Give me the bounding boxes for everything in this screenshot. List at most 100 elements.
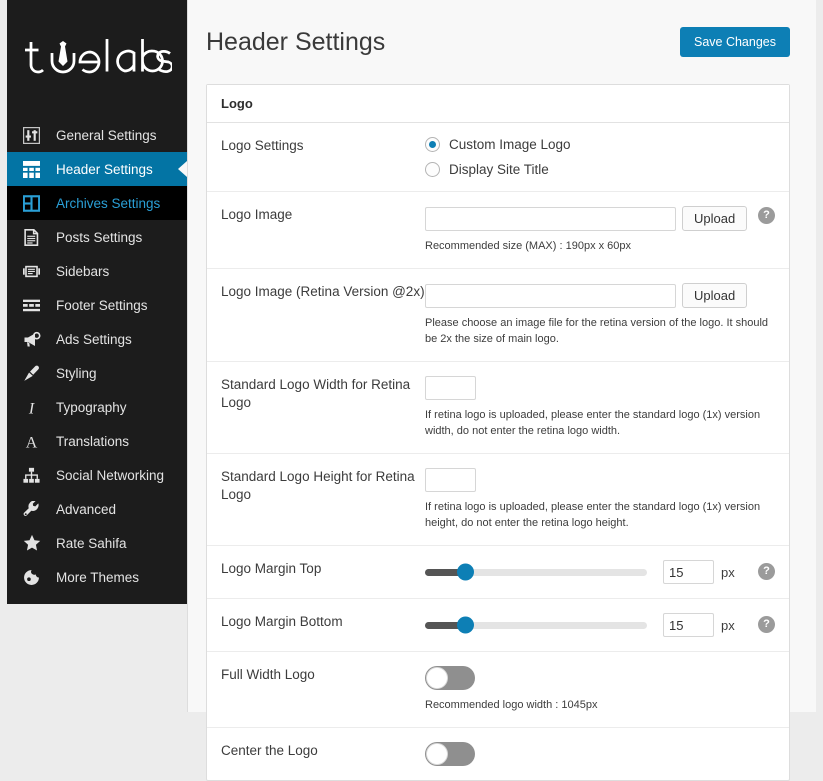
sidebar-item-posts-settings[interactable]: Posts Settings <box>7 220 187 254</box>
slider-handle[interactable] <box>456 616 474 634</box>
help-icon[interactable]: ? <box>758 563 775 580</box>
italic-text-icon: I <box>23 398 45 416</box>
field-control: Custom Image Logo Display Site Title <box>425 137 789 177</box>
wrench-icon <box>23 500 45 518</box>
field-description: If retina logo is uploaded, please enter… <box>425 501 761 529</box>
field-control: If retina logo is uploaded, please enter… <box>425 376 789 439</box>
sidebar-item-label: Translations <box>56 433 130 449</box>
logo-image-retina-upload-button[interactable]: Upload <box>682 283 748 308</box>
slider-wrap: px <box>425 560 775 584</box>
field-label: Logo Settings <box>221 138 304 153</box>
unit-label: px <box>721 564 735 580</box>
logo-image-retina-input[interactable] <box>425 283 676 308</box>
field-description: Recommended logo width : 1045px <box>425 699 598 711</box>
sidebar-item-label: Header Settings <box>56 161 153 177</box>
sidebar-item-label: More Themes <box>56 569 140 585</box>
sidebar-item-typography[interactable]: I Typography <box>7 390 187 424</box>
sidebar-item-ads-settings[interactable]: Ads Settings <box>7 322 187 356</box>
toggle-knob <box>426 667 448 689</box>
sidebar-item-archives-settings[interactable]: Archives Settings <box>7 186 187 220</box>
field-control: px ? <box>425 560 789 584</box>
sliders-icon <box>23 126 45 144</box>
logo-margin-bottom-slider[interactable] <box>425 616 647 634</box>
logo-image-input[interactable] <box>425 206 676 231</box>
sitemap-icon <box>23 466 45 484</box>
sidebar-item-label: Social Networking <box>56 467 165 483</box>
radio-option-custom-image-logo[interactable]: Custom Image Logo <box>425 137 775 152</box>
full-width-logo-toggle[interactable] <box>425 666 475 690</box>
content-area: Header Settings Save Changes Logo Logo S… <box>187 0 816 781</box>
sidebar-item-label: Styling <box>56 365 97 381</box>
sidebar-item-translations[interactable]: A Translations <box>7 424 187 458</box>
sidebar-item-more-themes[interactable]: More Themes <box>7 560 187 594</box>
field-control: Upload Recommended size (MAX) : 190px x … <box>425 206 789 254</box>
sidebar-columns-icon <box>23 262 45 280</box>
center-the-logo-toggle[interactable] <box>425 742 475 766</box>
row-full-width-logo: Full Width Logo Recommended logo width :… <box>207 652 789 728</box>
save-changes-button[interactable]: Save Changes <box>679 26 790 58</box>
sidebar-item-advanced[interactable]: Advanced <box>7 492 187 526</box>
app-root: General Settings Header Settings Archive… <box>0 0 823 781</box>
field-label: Center the Logo <box>221 743 318 758</box>
row-retina-standard-height: Standard Logo Height for Retina Logo If … <box>207 454 789 546</box>
slider-wrap: px <box>425 613 775 637</box>
help-icon[interactable]: ? <box>758 616 775 633</box>
sidebar-item-label: General Settings <box>56 127 157 143</box>
sidebar-item-label: Typography <box>56 399 127 415</box>
svg-text:I: I <box>28 400 35 416</box>
megaphone-icon <box>23 330 45 348</box>
field-label: Standard Logo Height for Retina Logo <box>221 469 415 502</box>
sidebar-item-header-settings[interactable]: Header Settings <box>7 152 187 186</box>
field-description: Recommended size (MAX) : 190px x 60px <box>425 240 632 252</box>
logo-margin-bottom-input[interactable] <box>663 613 714 637</box>
logo-margin-top-slider[interactable] <box>425 563 647 581</box>
brand-logo-tielabs <box>7 0 187 118</box>
star-icon <box>23 534 45 552</box>
paint-brush-icon <box>23 364 45 382</box>
field-control: Upload Please choose an image file for t… <box>425 283 789 347</box>
field-control: Recommended logo width : 1045px <box>425 666 789 713</box>
retina-standard-height-input[interactable] <box>425 468 476 492</box>
letter-a-icon: A <box>23 432 45 450</box>
toggle-knob <box>426 743 448 765</box>
logo-margin-top-input[interactable] <box>663 560 714 584</box>
field-label: Logo Margin Top <box>221 561 322 576</box>
sidebar-item-general-settings[interactable]: General Settings <box>7 118 187 152</box>
sidebar-item-label: Rate Sahifa <box>56 535 127 551</box>
field-label: Logo Margin Bottom <box>221 614 343 629</box>
field-control: If retina logo is uploaded, please enter… <box>425 468 789 531</box>
logo-settings-panel: Logo Logo Settings Custom Image Logo Dis… <box>206 84 790 781</box>
help-icon[interactable]: ? <box>758 207 775 224</box>
sidebar-item-label: Ads Settings <box>56 331 132 347</box>
sidebar-item-social-networking[interactable]: Social Networking <box>7 458 187 492</box>
radio-icon[interactable] <box>425 162 440 177</box>
page-header: Header Settings Save Changes <box>188 0 816 64</box>
field-description: Please choose an image file for the reti… <box>425 317 769 345</box>
radio-option-display-site-title[interactable]: Display Site Title <box>425 162 775 177</box>
sidebar-item-sidebars[interactable]: Sidebars <box>7 254 187 288</box>
layout-footer-icon <box>23 296 45 314</box>
slider-handle[interactable] <box>456 563 474 581</box>
field-control: px ? <box>425 613 789 637</box>
sidebar-item-styling[interactable]: Styling <box>7 356 187 390</box>
logo-image-upload-button[interactable]: Upload <box>682 206 748 231</box>
sidebar-item-footer-settings[interactable]: Footer Settings <box>7 288 187 322</box>
sidebar-item-label: Posts Settings <box>56 229 143 245</box>
themes-icon <box>23 568 45 586</box>
field-control <box>425 742 789 766</box>
sidebar-item-rate-sahifa[interactable]: Rate Sahifa <box>7 526 187 560</box>
retina-standard-width-input[interactable] <box>425 376 476 400</box>
sidebar-item-label: Advanced <box>56 501 117 517</box>
upload-field-line: Upload <box>425 206 775 231</box>
row-logo-image-retina: Logo Image (Retina Version @2x) Upload P… <box>207 269 789 362</box>
row-retina-standard-width: Standard Logo Width for Retina Logo If r… <box>207 362 789 454</box>
row-logo-margin-bottom: Logo Margin Bottom px ? <box>207 599 789 652</box>
sidebar-item-label: Sidebars <box>56 263 110 279</box>
page-title: Header Settings <box>206 27 386 56</box>
radio-label: Display Site Title <box>449 162 549 177</box>
radio-label: Custom Image Logo <box>449 137 571 152</box>
field-description: If retina logo is uploaded, please enter… <box>425 409 761 437</box>
radio-icon[interactable] <box>425 137 440 152</box>
row-logo-image: Logo Image Upload Recommended size (MAX)… <box>207 192 789 269</box>
field-label: Logo Image (Retina Version @2x) <box>221 284 425 299</box>
